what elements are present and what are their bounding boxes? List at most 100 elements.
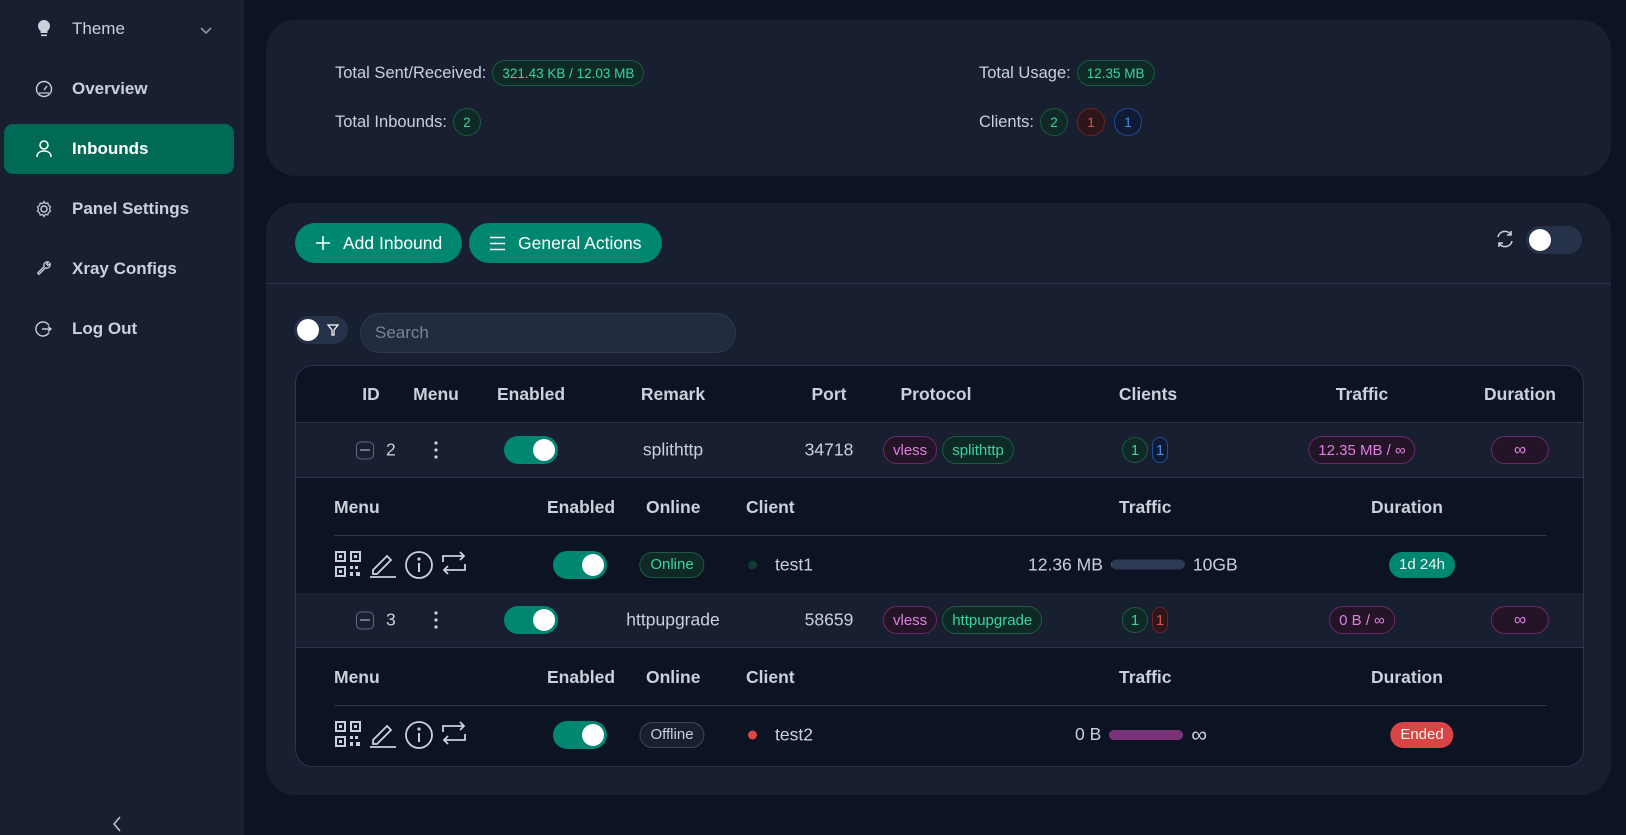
sidebar-item-panel-settings[interactable]: Panel Settings	[4, 184, 234, 234]
clients-count-badge[interactable]: 1	[1122, 437, 1148, 463]
general-actions-button[interactable]: General Actions	[469, 223, 662, 263]
refresh-icon[interactable]	[1494, 228, 1516, 250]
protocol-cell: vless splithttp	[883, 436, 1019, 464]
inbound-id: 3	[386, 609, 396, 630]
stat-label: Total Sent/Received:	[335, 63, 487, 82]
sidebar-item-label: Xray Configs	[72, 259, 177, 278]
client-name-cell: test2	[748, 724, 813, 745]
info-icon[interactable]	[404, 720, 434, 750]
protocol-tag: vless	[883, 606, 938, 634]
wrench-icon	[34, 259, 54, 279]
add-inbound-button[interactable]: Add Inbound	[295, 223, 463, 263]
traffic-cell: 12.35 MB / ∞	[1308, 436, 1416, 464]
gear-icon	[34, 199, 54, 219]
edit-icon[interactable]	[368, 550, 398, 578]
filter-toggle[interactable]	[294, 316, 348, 344]
sidebar-item-overview[interactable]: Overview	[4, 64, 234, 114]
clients-online-badge[interactable]: 1	[1152, 437, 1168, 463]
enable-toggle[interactable]	[504, 436, 558, 464]
remark: splithttp	[642, 439, 704, 460]
client-row: Offline test2 0 B ∞ Ended	[296, 706, 1583, 763]
col-remark: Remark	[640, 384, 706, 404]
col-id[interactable]: ID	[362, 384, 380, 405]
stat-value-badge: 321.43 KB / 12.03 MB	[492, 60, 645, 86]
clients-total-badge[interactable]: 2	[1040, 108, 1069, 136]
qrcode-icon[interactable]	[334, 720, 362, 748]
inbound-id: 2	[386, 439, 396, 460]
more-vertical-icon[interactable]	[434, 441, 438, 459]
sidebar-item-inbounds[interactable]: Inbounds	[4, 124, 234, 174]
duration-cell: ∞	[1490, 436, 1550, 464]
collapse-row-button[interactable]	[356, 441, 374, 459]
status-dot	[748, 560, 757, 569]
traffic-badge: 12.35 MB / ∞	[1308, 436, 1416, 464]
chevron-left-icon[interactable]	[110, 815, 130, 835]
sidebar-item-label: Inbounds	[72, 139, 149, 158]
subtable-header: Menu Enabled Online Client Traffic Durat…	[334, 649, 1547, 706]
stat-label: Clients:	[979, 112, 1035, 131]
col-enabled: Enabled	[496, 384, 566, 404]
stat-sent-received: Total Sent/Received: 321.43 KB / 12.03 M…	[335, 60, 645, 86]
table-header: ID Menu Enabled Remark Port Protocol Cli…	[296, 366, 1583, 423]
stats-card: Total Sent/Received: 321.43 KB / 12.03 M…	[266, 20, 1611, 176]
col-duration: Duration	[1484, 384, 1556, 404]
stat-clients: Clients: 2 1 1	[979, 108, 1143, 136]
info-icon[interactable]	[404, 550, 434, 580]
user-icon	[34, 139, 54, 159]
expiry-badge: 1d 24h	[1389, 551, 1455, 578]
traffic-progress-bar	[1109, 729, 1184, 740]
col-traffic: Traffic	[1335, 384, 1389, 404]
sub-col-menu: Menu	[334, 667, 380, 687]
duration-badge: ∞	[1490, 436, 1550, 464]
filter-icon	[327, 324, 339, 336]
reset-traffic-icon[interactable]	[440, 550, 468, 576]
clients-cell: 1 1	[1122, 607, 1172, 633]
client-duration-cell: Ended	[1390, 721, 1454, 748]
chevron-down-icon	[200, 20, 212, 40]
sidebar-item-log-out[interactable]: Log Out	[4, 304, 234, 354]
traffic-progress-fill	[1110, 559, 1112, 570]
client-enable-toggle[interactable]	[553, 720, 607, 749]
add-inbound-label: Add Inbound	[343, 232, 443, 253]
more-vertical-icon[interactable]	[434, 611, 438, 629]
stat-total-usage: Total Usage: 12.35 MB	[979, 60, 1155, 86]
port: 58659	[804, 609, 854, 630]
sub-col-online: Online	[646, 667, 701, 687]
reset-traffic-icon[interactable]	[440, 720, 468, 746]
sidebar-item-theme[interactable]: Theme	[4, 4, 234, 54]
inbounds-table: ID Menu Enabled Remark Port Protocol Cli…	[295, 365, 1584, 767]
online-status: Offline	[639, 721, 705, 748]
transport-tag: splithttp	[942, 436, 1014, 464]
qrcode-icon[interactable]	[334, 550, 362, 578]
protocol-cell: vless httpupgrade	[883, 606, 1047, 634]
expiry-badge: Ended	[1390, 721, 1454, 748]
sidebar-item-xray-configs[interactable]: Xray Configs	[4, 244, 234, 294]
clients-cell: 1 1	[1122, 437, 1172, 463]
client-name-cell: test1	[748, 554, 813, 575]
sidebar-item-label: Overview	[72, 79, 148, 98]
clients-online-badge[interactable]: 1	[1114, 108, 1143, 136]
enable-toggle[interactable]	[504, 606, 558, 634]
col-menu: Menu	[413, 384, 459, 404]
clients-depleted-badge[interactable]: 1	[1152, 607, 1168, 633]
sub-col-enabled: Enabled	[547, 667, 616, 687]
clients-depleted-badge[interactable]: 1	[1077, 108, 1106, 136]
collapse-row-button[interactable]	[356, 611, 374, 629]
clients-subtable: Menu Enabled Online Client Traffic Durat…	[296, 649, 1583, 766]
sub-col-client: Client	[746, 667, 795, 687]
duration-badge: ∞	[1490, 606, 1550, 634]
lightbulb-icon	[34, 19, 54, 39]
sub-col-duration: Duration	[1371, 667, 1443, 687]
client-traffic-cell: 0 B ∞	[1075, 722, 1207, 748]
inbounds-card: Add Inbound General Actions ID Menu Enab…	[266, 203, 1611, 795]
sub-col-online: Online	[646, 497, 701, 517]
auto-refresh-toggle[interactable]	[1526, 226, 1582, 254]
sub-col-menu: Menu	[334, 497, 380, 517]
search-input[interactable]	[360, 313, 736, 353]
client-duration-cell: 1d 24h	[1389, 551, 1455, 578]
clients-count-badge[interactable]: 1	[1122, 607, 1148, 633]
sidebar-item-label: Panel Settings	[72, 199, 190, 218]
sub-col-enabled: Enabled	[547, 497, 616, 517]
edit-icon[interactable]	[368, 720, 398, 748]
client-enable-toggle[interactable]	[553, 550, 607, 579]
